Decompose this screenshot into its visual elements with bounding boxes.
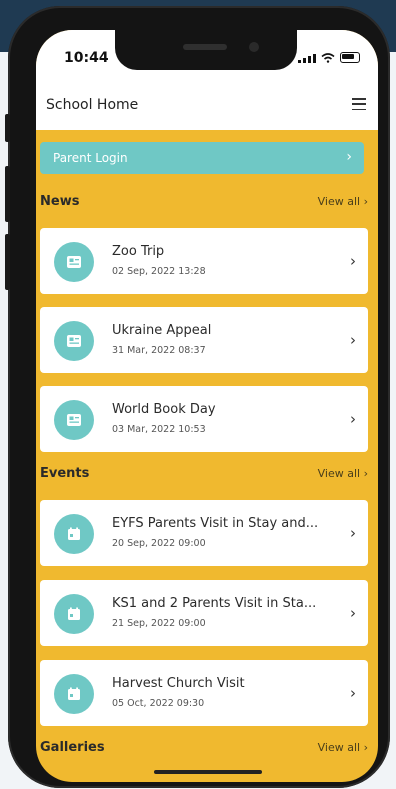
- news-title: News: [40, 194, 80, 209]
- galleries-view-all-link[interactable]: View all ›: [318, 741, 368, 754]
- app-header: School Home: [36, 74, 378, 130]
- phone-frame: 10:44 School Home Parent Login › News Vi…: [5, 6, 390, 788]
- events-section-header: Events View all ›: [40, 466, 368, 486]
- phone-button: [5, 234, 10, 290]
- signal-icon: [298, 54, 316, 63]
- news-item-date: 03 Mar, 2022 10:53: [112, 424, 206, 435]
- content-area: Parent Login › News View all › Zoo Trip …: [36, 130, 378, 782]
- newspaper-icon: [54, 321, 94, 361]
- galleries-section-header: Galleries View all ›: [40, 740, 368, 760]
- camera: [249, 42, 259, 52]
- calendar-icon: [54, 674, 94, 714]
- calendar-icon: [54, 594, 94, 634]
- status-icons: [298, 52, 360, 63]
- news-item-date: 02 Sep, 2022 13:28: [112, 266, 206, 277]
- parent-login-button[interactable]: Parent Login ›: [40, 142, 364, 174]
- wifi-icon: [321, 53, 335, 63]
- status-time: 10:44: [64, 50, 109, 66]
- chevron-right-icon: ›: [350, 604, 356, 622]
- parent-login-label: Parent Login: [53, 151, 128, 165]
- phone-screen: 10:44 School Home Parent Login › News Vi…: [36, 30, 378, 782]
- battery-icon: [340, 52, 360, 63]
- speaker: [183, 44, 227, 50]
- news-item-title: Ukraine Appeal: [112, 323, 212, 338]
- chevron-right-icon: ›: [350, 331, 356, 349]
- phone-notch: [115, 30, 297, 70]
- news-item-title: World Book Day: [112, 402, 216, 417]
- chevron-right-icon: ›: [350, 524, 356, 542]
- event-item[interactable]: Harvest Church Visit 05 Oct, 2022 09:30 …: [40, 660, 368, 726]
- news-section-header: News View all ›: [40, 194, 368, 214]
- event-item-date: 05 Oct, 2022 09:30: [112, 698, 205, 709]
- hamburger-menu-icon[interactable]: [352, 98, 366, 111]
- news-item-date: 31 Mar, 2022 08:37: [112, 345, 206, 356]
- home-indicator[interactable]: [154, 770, 262, 774]
- event-item-title: Harvest Church Visit: [112, 676, 245, 691]
- event-item[interactable]: KS1 and 2 Parents Visit in Sta... 21 Sep…: [40, 580, 368, 646]
- news-item[interactable]: Zoo Trip 02 Sep, 2022 13:28 ›: [40, 228, 368, 294]
- chevron-right-icon: ›: [350, 684, 356, 702]
- news-item-title: Zoo Trip: [112, 244, 165, 259]
- event-item[interactable]: EYFS Parents Visit in Stay and... 20 Sep…: [40, 500, 368, 566]
- event-item-date: 21 Sep, 2022 09:00: [112, 618, 206, 629]
- page-title: School Home: [46, 97, 139, 113]
- event-item-title: EYFS Parents Visit in Stay and...: [112, 516, 319, 531]
- newspaper-icon: [54, 242, 94, 282]
- chevron-right-icon: ›: [350, 410, 356, 428]
- galleries-title: Galleries: [40, 740, 105, 755]
- news-item[interactable]: Ukraine Appeal 31 Mar, 2022 08:37 ›: [40, 307, 368, 373]
- events-title: Events: [40, 466, 90, 481]
- phone-button: [5, 166, 10, 222]
- news-view-all-link[interactable]: View all ›: [318, 195, 368, 208]
- event-item-title: KS1 and 2 Parents Visit in Sta...: [112, 596, 317, 611]
- calendar-icon: [54, 514, 94, 554]
- chevron-right-icon: ›: [350, 252, 356, 270]
- events-view-all-link[interactable]: View all ›: [318, 467, 368, 480]
- chevron-right-icon: ›: [346, 149, 352, 165]
- newspaper-icon: [54, 400, 94, 440]
- news-item[interactable]: World Book Day 03 Mar, 2022 10:53 ›: [40, 386, 368, 452]
- phone-button: [5, 114, 10, 142]
- event-item-date: 20 Sep, 2022 09:00: [112, 538, 206, 549]
